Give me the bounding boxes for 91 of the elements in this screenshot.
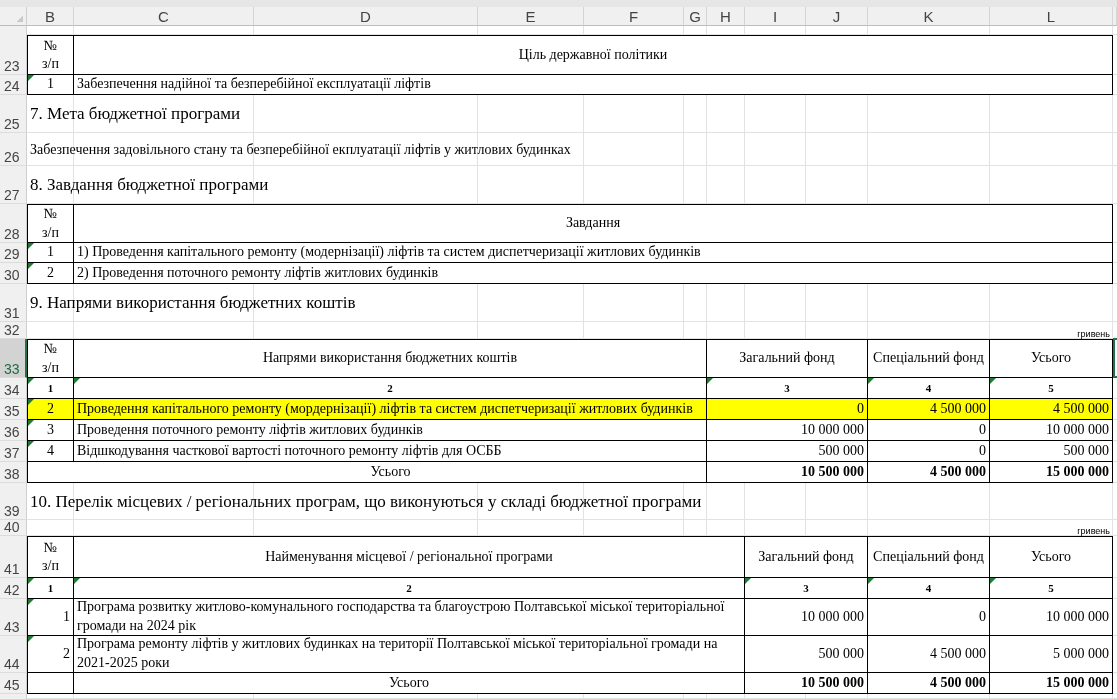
table-header-cell: № з/п — [27, 204, 74, 243]
column-header[interactable]: D — [254, 7, 478, 26]
table-cell: 500 000 — [745, 636, 868, 673]
column-header[interactable]: C — [74, 7, 254, 26]
table-header-cell: Ціль державної політики — [74, 35, 1113, 75]
table-cell: 10 500 000 — [745, 673, 868, 694]
column-header[interactable]: L — [990, 7, 1113, 26]
unit-label: гривень — [1076, 328, 1111, 339]
row-header[interactable]: 33 — [0, 339, 27, 378]
cell-cursor — [1113, 338, 1117, 378]
column-header[interactable]: H — [707, 7, 745, 26]
table-cell: 1 — [27, 578, 74, 599]
table-cell: Програма ремонту ліфтів у житлових будинках на території Полтавської міської територіальної громади на 2021-2025 роки — [74, 636, 745, 673]
table-cell: 15 000 000 — [990, 673, 1113, 694]
table-cell: 4 500 000 — [990, 399, 1113, 420]
table-header-cell: Спеціальний фонд — [868, 339, 990, 378]
table-cell: 0 — [868, 599, 990, 636]
table-cell: Усього — [74, 673, 745, 694]
table-header-cell: № з/п — [27, 536, 74, 578]
table-cell: 2 — [27, 263, 74, 284]
table-cell: 3 — [27, 420, 74, 441]
table-cell: 15 000 000 — [990, 462, 1113, 483]
table-cell: 10 000 000 — [990, 599, 1113, 636]
section-heading: 8. Завдання бюджетної програми — [29, 174, 270, 196]
table-cell: 1 — [27, 243, 74, 263]
table-header-cell: Завдання — [74, 204, 1113, 243]
table-cell: 2) Проведення поточного ремонту ліфтів житлових будинків — [74, 263, 1113, 284]
table-cell: 1 — [27, 75, 74, 95]
table-cell: 5 — [990, 378, 1113, 399]
body-text: Забезпечення задовільного стану та безперебійної екплуатації ліфтів у житлових будинках — [29, 140, 572, 159]
table-cell: 10 000 000 — [745, 599, 868, 636]
table-header-cell: Напрями використання бюджетних коштів — [74, 339, 707, 378]
table-cell: 4 500 000 — [868, 399, 990, 420]
column-header[interactable]: F — [584, 7, 684, 26]
row-header[interactable]: 39 — [0, 483, 27, 520]
column-header[interactable]: E — [478, 7, 584, 26]
column-header[interactable]: K — [868, 7, 990, 26]
table-header-cell: Загальний фонд — [745, 536, 868, 578]
table-cell: 3 — [707, 378, 868, 399]
column-header[interactable]: B — [27, 7, 74, 26]
table-cell: 4 500 000 — [868, 636, 990, 673]
row-header[interactable]: 40 — [0, 520, 27, 536]
row-header[interactable]: 27 — [0, 166, 27, 204]
row-header[interactable]: 26 — [0, 133, 27, 166]
section-heading: 7. Мета бюджетної програми — [29, 103, 242, 125]
column-header[interactable]: I — [745, 7, 806, 26]
table-cell: Забезпечення надійної та безперебійної експлуатації ліфтів — [74, 75, 1113, 95]
table-cell: 0 — [707, 399, 868, 420]
table-cell: Проведення капітального ремонту (мордернізації) ліфтів та систем диспетчеризації житлових будинків — [74, 399, 707, 420]
table-header-cell: Загальний фонд — [707, 339, 868, 378]
column-header[interactable]: J — [806, 7, 868, 26]
table-cell: 3 — [745, 578, 868, 599]
table-cell: Програма розвитку житлово-комунального господарства та благоустрою Полтавської міської територіальної громади на 2024 рік — [74, 599, 745, 636]
table-header-cell: Найменування місцевої / регіональної програми — [74, 536, 745, 578]
table-cell: 1 — [27, 599, 74, 636]
table-cell: 10 000 000 — [990, 420, 1113, 441]
row-header[interactable]: 31 — [0, 284, 27, 322]
table-header-cell: Усього — [990, 339, 1113, 378]
table-cell: 10 500 000 — [707, 462, 868, 483]
table-cell: 2 — [74, 378, 707, 399]
row-header[interactable]: 25 — [0, 95, 27, 133]
table-cell: Відшкодування часткової вартості поточного ремонту ліфтів для ОСББ — [74, 441, 707, 462]
table-cell: 500 000 — [990, 441, 1113, 462]
table-cell: Проведення поточного ремонту ліфтів житлових будинків — [74, 420, 707, 441]
table-cell: 5 000 000 — [990, 636, 1113, 673]
table-cell: 2 — [74, 578, 745, 599]
select-all-button[interactable] — [0, 7, 27, 26]
section-heading: 10. Перелік місцевих / регіональних програм, що виконуються у складі бюджетної програми — [29, 490, 703, 513]
table-header-cell: Усього — [990, 536, 1113, 578]
table-header-cell: № з/п — [27, 35, 74, 75]
table-cell: Усього — [27, 462, 707, 483]
table-header-cell: Спеціальний фонд — [868, 536, 990, 578]
section-heading: 9. Напрями використання бюджетних коштів — [29, 292, 357, 314]
table-cell: 4 500 000 — [868, 673, 990, 694]
table-cell: 4 — [27, 441, 74, 462]
table-cell: 10 000 000 — [707, 420, 868, 441]
table-cell: 1 — [27, 378, 74, 399]
table-cell: 0 — [868, 441, 990, 462]
table-cell: 2 — [27, 399, 74, 420]
column-header[interactable]: G — [684, 7, 707, 26]
table-cell — [27, 673, 74, 694]
table-cell: 4 500 000 — [868, 462, 990, 483]
table-cell: 4 — [868, 378, 990, 399]
table-cell: 0 — [868, 420, 990, 441]
table-cell: 2 — [27, 636, 74, 673]
unit-label: гривень — [1076, 525, 1111, 536]
table-cell: 5 — [990, 578, 1113, 599]
table-cell: 500 000 — [707, 441, 868, 462]
table-cell: 4 — [868, 578, 990, 599]
table-header-cell: № з/п — [27, 339, 74, 378]
table-cell: 1) Проведення капітального ремонту (модернізації) ліфтів та систем диспетчеризації житлових будинків — [74, 243, 1113, 263]
